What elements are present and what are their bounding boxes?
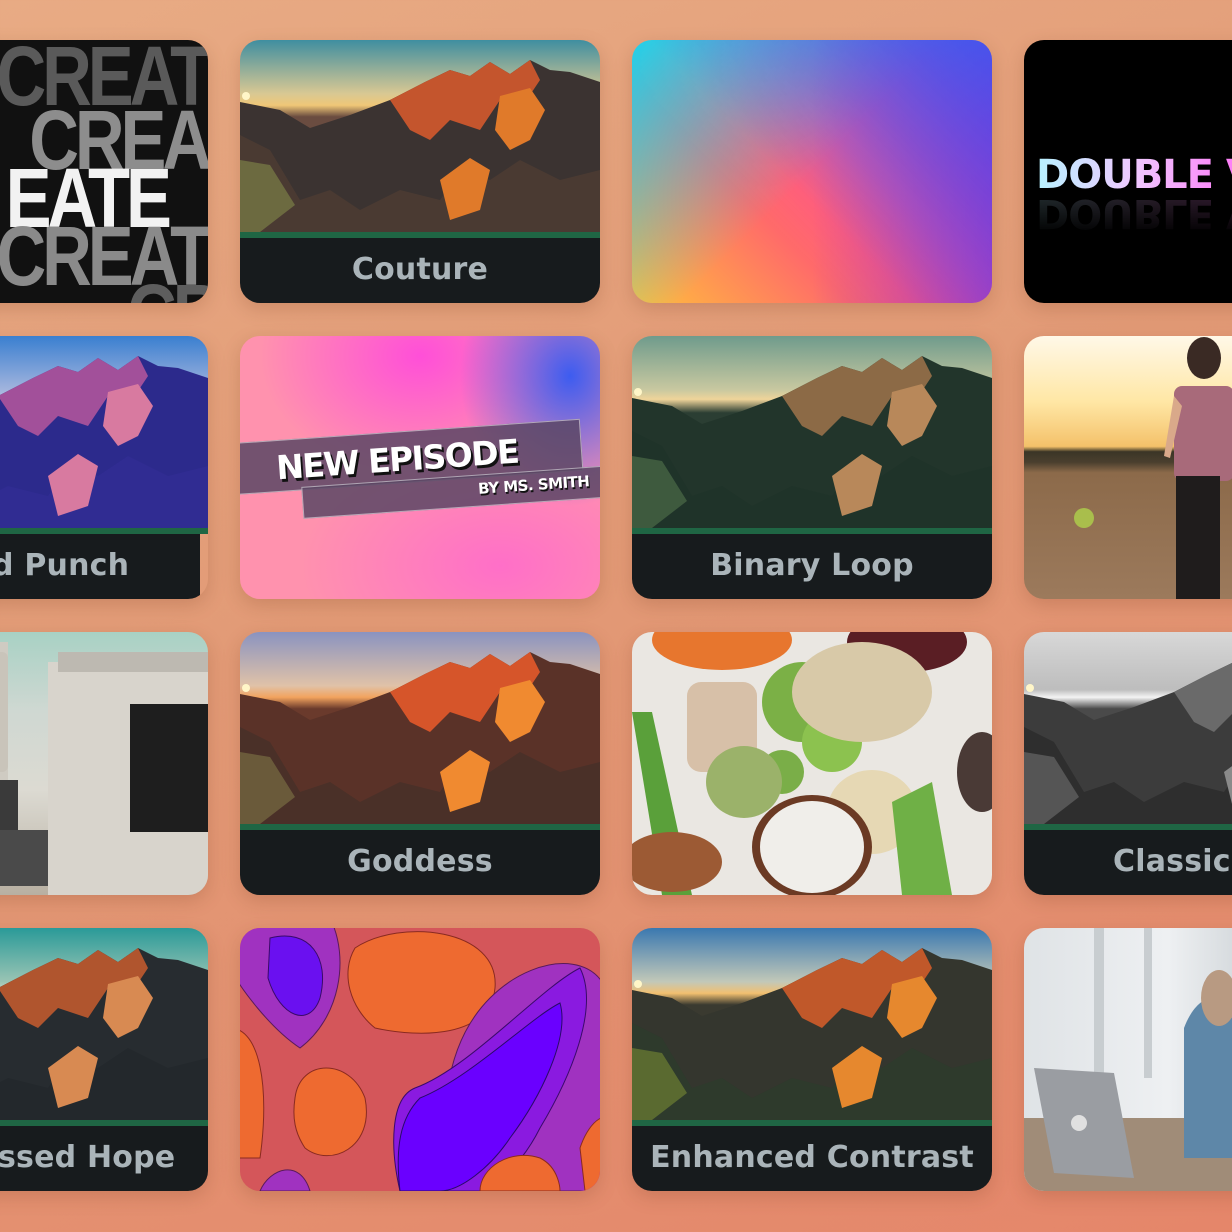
template-card-food[interactable] [632,632,992,895]
legumes-thumbnail [632,632,992,895]
template-card-field-sunset[interactable] [1024,336,1232,599]
template-label: Classic [1024,830,1232,895]
create-text-line: CR [127,272,208,303]
template-grid: CREAT CREA EATE CREAT CR Couture DOUBLE … [0,0,1232,1232]
template-card-topographic[interactable] [240,928,600,1191]
mountain-thumbnail [632,928,992,1120]
mountain-thumbnail [1024,632,1232,824]
template-card-laptop-man[interactable] [1024,928,1232,1191]
create-typography-thumbnail: CREAT CREA EATE CREAT CR [0,40,208,303]
template-label: Binary Loop [632,534,992,599]
template-label: d Punch [0,534,200,599]
template-card-create[interactable]: CREAT CREA EATE CREAT CR [0,40,208,303]
template-label: Enhanced Contrast [632,1126,992,1191]
retro-computer-thumbnail [0,632,208,895]
template-label: Couture [240,238,600,303]
template-card-retro-computer[interactable] [0,632,208,895]
template-label: Goddess [240,830,600,895]
mountain-thumbnail [0,336,208,528]
man-in-field-thumbnail [1024,336,1232,599]
mountain-thumbnail [240,632,600,824]
template-card-enhanced-contrast[interactable]: Enhanced Contrast [632,928,992,1191]
topographic-thumbnail [240,928,600,1191]
template-card-bold-punch[interactable]: d Punch [0,336,208,599]
template-card-goddess[interactable]: Goddess [240,632,600,895]
gradient-thumbnail [632,40,992,303]
template-card-new-episode[interactable]: NEW EPISODE BY MS. SMITH [240,336,600,599]
mountain-thumbnail [0,928,208,1120]
template-card-classic[interactable]: Classic [1024,632,1232,895]
template-card-gradient[interactable] [632,40,992,303]
double-vision-reflection: DOUBLE V [1036,190,1232,236]
template-label: ssed Hope [0,1126,208,1191]
mountain-thumbnail [240,40,600,232]
template-card-double-vision[interactable]: DOUBLE V DOUBLE V [1024,40,1232,303]
template-card-couture[interactable]: Couture [240,40,600,303]
template-card-binary-loop[interactable]: Binary Loop [632,336,992,599]
template-card-pressed-hope[interactable]: ssed Hope [0,928,208,1191]
mountain-thumbnail [632,336,992,528]
man-with-laptop-thumbnail [1024,928,1232,1191]
